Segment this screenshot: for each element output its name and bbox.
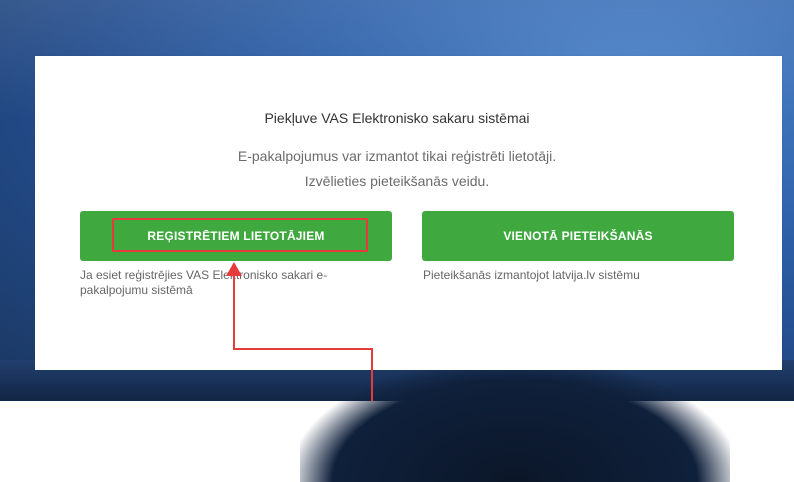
registered-users-description: Ja esiet reģistrējies VAS Elektronisko s…: [80, 268, 328, 297]
unified-login-description: Pieteikšanās izmantojot latvija.lv sistē…: [423, 268, 640, 282]
card-title: Piekļuve VAS Elektronisko sakaru sistēma…: [264, 110, 530, 126]
unified-login-button[interactable]: VIENOTĀ PIETEIKŠANĀS: [422, 211, 734, 261]
card-subtitle-line1: E-pakalpojumus var izmantot tikai reģist…: [237, 148, 557, 164]
background-arch: [300, 362, 730, 482]
registered-users-button[interactable]: REĢISTRĒTIEM LIETOTĀJIEM: [80, 211, 392, 261]
card-subtitle-line2: Izvēlieties pieteikšanās veidu.: [304, 173, 490, 189]
